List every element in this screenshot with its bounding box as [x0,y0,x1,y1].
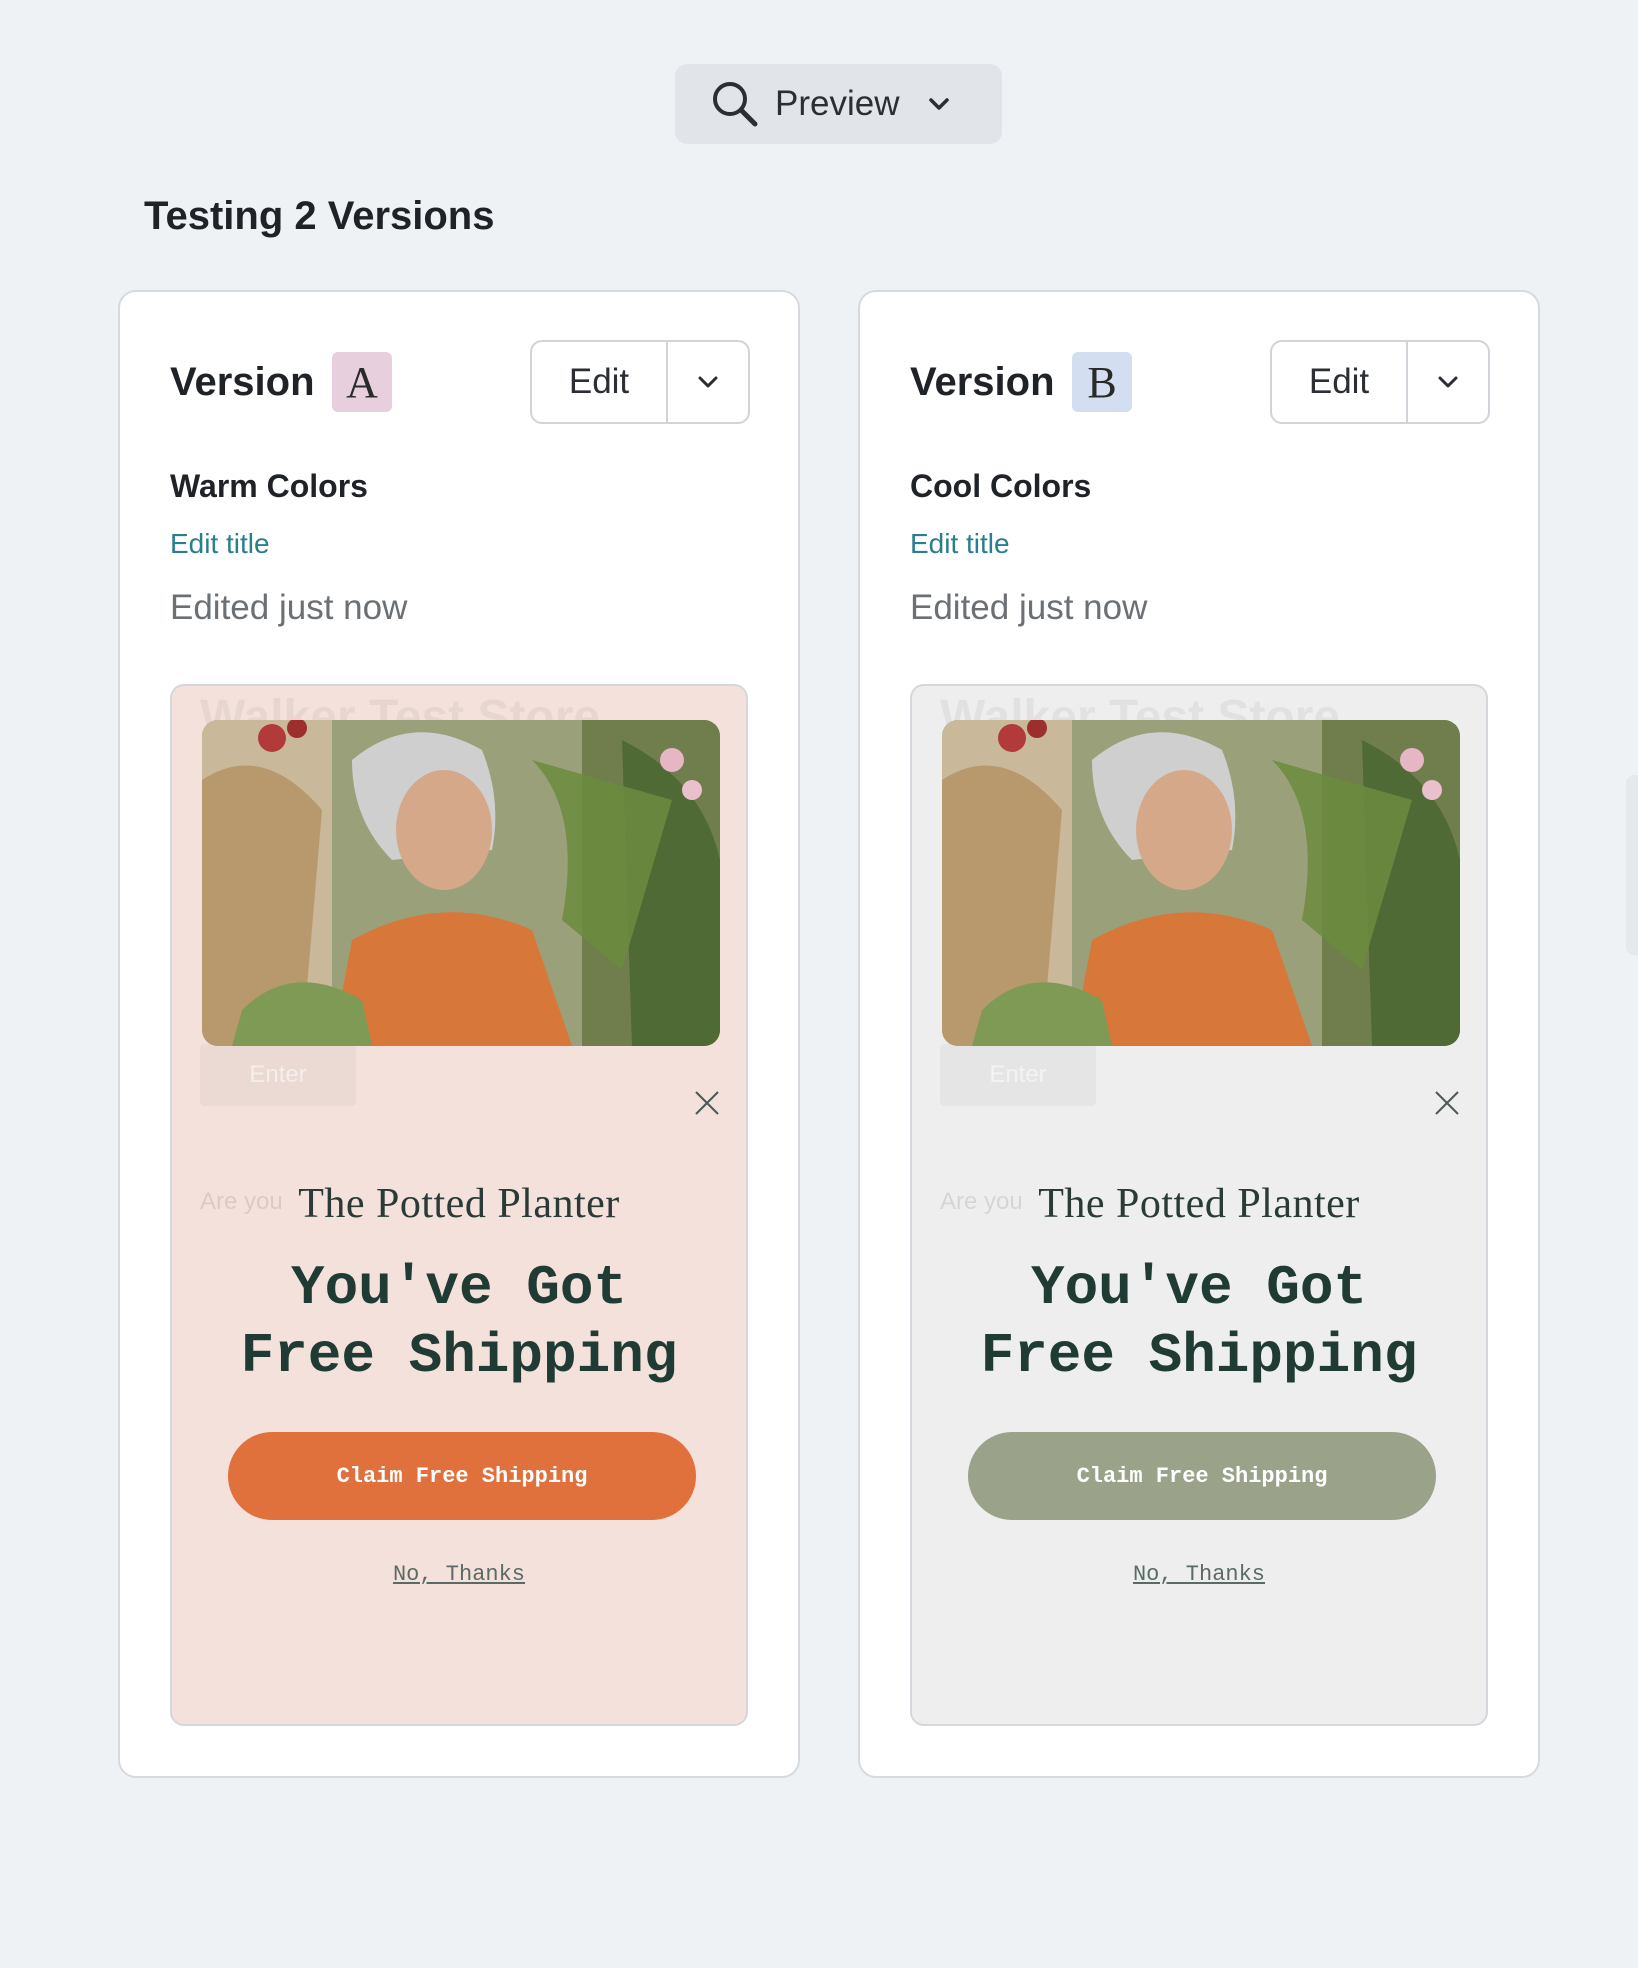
search-icon [713,82,758,127]
edit-title-link[interactable]: Edit title [170,528,270,560]
version-title: Warm Colors [170,468,368,504]
close-icon[interactable] [1432,1088,1462,1118]
headline-line-1: You've Got [290,1256,628,1320]
hero-photo [942,720,1460,1046]
ghost-enter-button: Enter [200,1044,356,1106]
no-thanks-link[interactable]: No, Thanks [912,1562,1486,1587]
chevron-down-icon [698,376,718,388]
edited-timestamp: Edited just now [170,588,408,627]
version-title: Cool Colors [910,468,1092,504]
popup-headline: You've Got Free Shipping [912,1254,1486,1390]
preview-dropdown-button[interactable]: Preview [675,64,1002,144]
brand-name: The Potted Planter [1038,1181,1360,1227]
version-badge-b: B [1072,352,1132,412]
claim-free-shipping-button[interactable]: Claim Free Shipping [228,1432,696,1520]
popup-preview-a[interactable]: Walker Test Store Enter Are you The Pott… [170,684,748,1726]
edited-timestamp: Edited just now [910,588,1148,627]
preview-label: Preview [775,84,900,123]
side-panel-handle[interactable] [1626,775,1638,955]
version-label: Version [910,360,1055,404]
ghost-enter-button: Enter [940,1044,1096,1106]
close-icon[interactable] [692,1088,722,1118]
popup-preview-b[interactable]: Walker Test Store Enter Are you The Pott… [910,684,1488,1726]
edit-button[interactable]: Edit [532,342,668,422]
version-label: Version [170,360,315,404]
headline-line-2: Free Shipping [980,1324,1418,1388]
edit-title-link[interactable]: Edit title [910,528,1010,560]
chevron-down-icon [1438,376,1458,388]
edit-dropdown-button[interactable] [668,342,748,422]
headline-line-1: You've Got [1030,1256,1368,1320]
claim-free-shipping-button[interactable]: Claim Free Shipping [968,1432,1436,1520]
edit-button[interactable]: Edit [1272,342,1408,422]
headline-line-2: Free Shipping [240,1324,678,1388]
edit-dropdown-button[interactable] [1408,342,1488,422]
brand-name: The Potted Planter [298,1181,620,1227]
version-badge-a: A [332,352,392,412]
edit-button-group: Edit [530,340,750,424]
edit-button-group: Edit [1270,340,1490,424]
chevron-down-icon [929,98,950,110]
no-thanks-link[interactable]: No, Thanks [172,1562,746,1587]
page-heading: Testing 2 Versions [144,194,495,238]
hero-photo [202,720,720,1046]
popup-headline: You've Got Free Shipping [172,1254,746,1390]
